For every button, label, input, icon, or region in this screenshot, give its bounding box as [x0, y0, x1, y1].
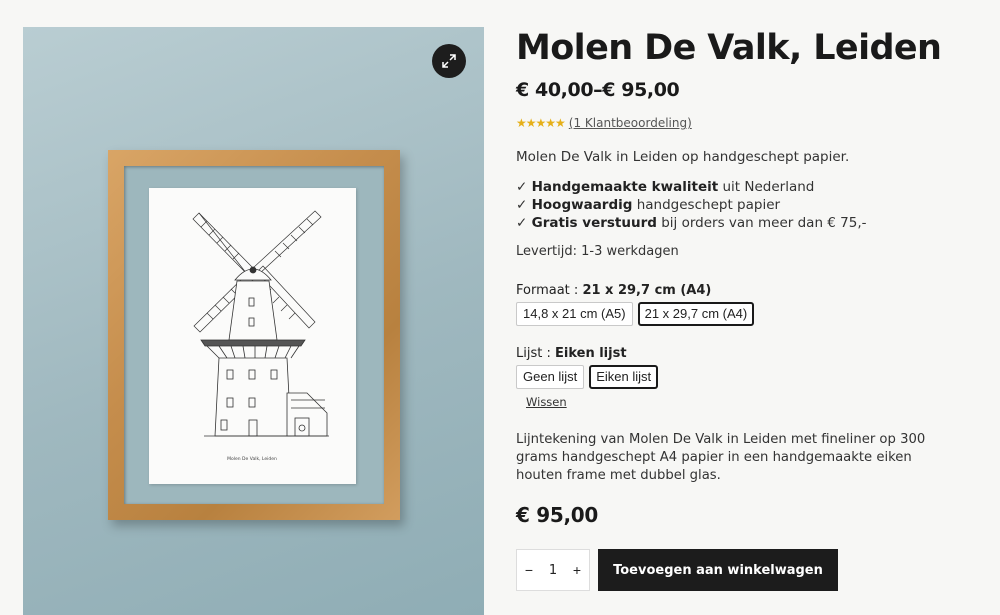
paper-caption: Molen De Valk, Leiden	[227, 456, 277, 462]
format-options: 14,8 x 21 cm (A5) 21 x 29,7 cm (A4)	[516, 302, 966, 326]
frame-options: Geen lijst Eiken lijst	[516, 365, 966, 389]
check-icon: ✓	[516, 197, 528, 213]
reviews-link[interactable]: (1 Klantbeoordeling)	[569, 116, 692, 130]
expand-icon	[442, 54, 456, 68]
reset-variations-link[interactable]: Wissen	[526, 395, 567, 409]
usp-item: ✓ Hoogwaardig handgeschept papier	[516, 196, 966, 214]
usp-bold: Handgemaakte kwaliteit	[531, 179, 719, 195]
product-image[interactable]: Molen De Valk, Leiden	[23, 27, 484, 615]
frame-selected-value: Eiken lijst	[555, 346, 627, 361]
product-summary: Molen De Valk, Leiden € 40,00–€ 95,00 ★★…	[516, 26, 966, 527]
format-selected-value: 21 x 29,7 cm (A4)	[582, 283, 712, 298]
star-rating-icon: ★★★★★	[516, 116, 566, 130]
frame-glass: Molen De Valk, Leiden	[124, 166, 384, 504]
price-range: € 40,00–€ 95,00	[516, 79, 680, 101]
variation-price: € 95,00	[516, 503, 599, 527]
usp-text: bij orders van meer dan € 75,-	[656, 215, 867, 231]
short-description: Molen De Valk in Leiden op handgeschept …	[516, 149, 850, 165]
usp-item: ✓ Handgemaakte kwaliteit uit Nederland	[516, 178, 966, 196]
format-label-text: Formaat	[516, 283, 570, 298]
add-to-cart-button[interactable]: Toevoegen aan winkelwagen	[598, 549, 838, 591]
quantity-decrease-button[interactable]: −	[517, 550, 541, 590]
frame-option-none[interactable]: Geen lijst	[516, 365, 585, 389]
product-rating: ★★★★★ (1 Klantbeoordeling)	[516, 116, 966, 130]
usp-text: handgeschept papier	[632, 197, 781, 213]
usp-bold: Gratis verstuurd	[531, 215, 657, 231]
frame-option-oak[interactable]: Eiken lijst	[589, 365, 659, 389]
variation-description: Lijntekening van Molen De Valk in Leiden…	[516, 432, 926, 483]
usp-item: ✓ Gratis verstuurd bij orders van meer d…	[516, 214, 966, 232]
format-label: Formaat : 21 x 29,7 cm (A4)	[516, 283, 966, 298]
windmill-drawing: Molen De Valk, Leiden	[192, 210, 329, 462]
check-icon: ✓	[516, 215, 528, 231]
format-option-a4[interactable]: 21 x 29,7 cm (A4)	[637, 302, 755, 326]
lead-time: Levertijd: 1-3 werkdagen	[516, 244, 679, 259]
format-separator: :	[569, 283, 583, 298]
frame-attribute: Lijst : Eiken lijst Geen lijst Eiken lij…	[516, 346, 966, 410]
frame-label-text: Lijst	[516, 346, 543, 361]
check-icon: ✓	[516, 179, 528, 195]
artwork-paper: Molen De Valk, Leiden	[149, 188, 356, 484]
usp-list: ✓ Handgemaakte kwaliteit uit Nederland ✓…	[516, 178, 966, 232]
wooden-frame: Molen De Valk, Leiden	[108, 150, 400, 520]
format-attribute: Formaat : 21 x 29,7 cm (A4) 14,8 x 21 cm…	[516, 283, 966, 326]
frame-separator: :	[542, 346, 555, 361]
zoom-button[interactable]	[432, 44, 466, 78]
frame-label: Lijst : Eiken lijst	[516, 346, 966, 361]
format-option-a5[interactable]: 14,8 x 21 cm (A5)	[516, 302, 633, 326]
product-title: Molen De Valk, Leiden	[516, 28, 942, 68]
usp-text: uit Nederland	[718, 179, 815, 195]
quantity-stepper: − +	[516, 549, 590, 591]
quantity-increase-button[interactable]: +	[565, 550, 589, 590]
add-to-cart-form: − + Toevoegen aan winkelwagen	[516, 549, 838, 591]
quantity-input[interactable]	[541, 550, 565, 590]
usp-bold: Hoogwaardig	[531, 197, 633, 213]
